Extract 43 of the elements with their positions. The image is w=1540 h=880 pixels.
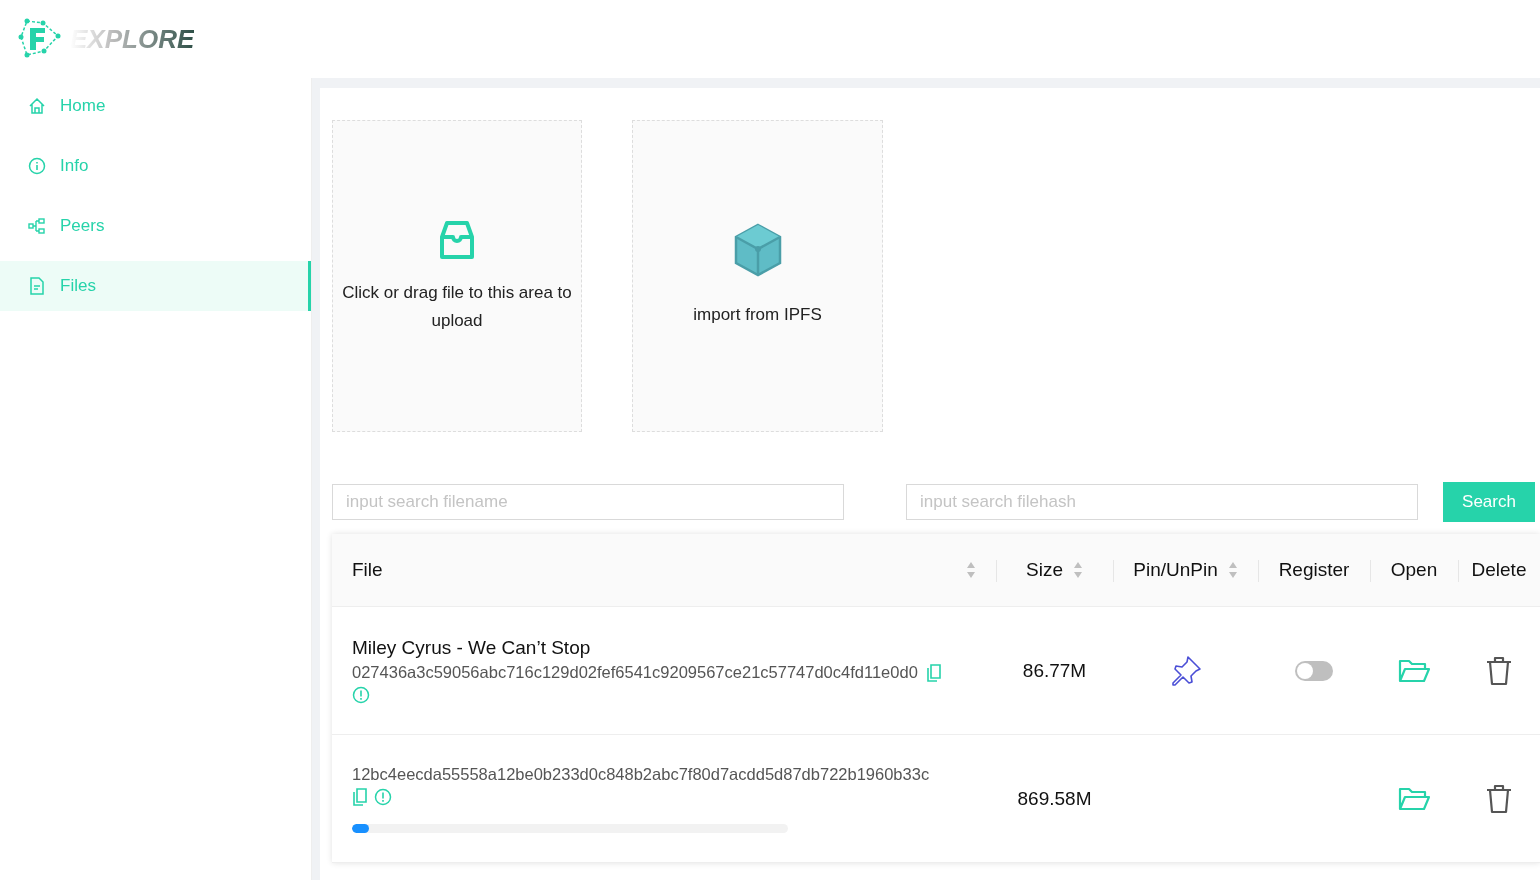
file-icon — [28, 277, 46, 295]
trash-icon[interactable] — [1485, 783, 1513, 814]
alert-icon[interactable] — [374, 787, 392, 806]
register-switch[interactable] — [1295, 660, 1333, 681]
network-icon — [28, 217, 46, 235]
upload-area[interactable]: Click or drag file to this area to upload — [332, 120, 582, 432]
column-header: Size — [1026, 559, 1063, 581]
sort-icon[interactable] — [966, 561, 976, 579]
nav-label[interactable]: Home — [60, 96, 106, 116]
upload-text: Click or drag file to this area to upload — [341, 282, 573, 332]
import-text: import from IPFS — [692, 304, 823, 326]
column-header: Register — [1278, 559, 1350, 581]
folder-icon[interactable] — [1398, 786, 1430, 811]
file-hash: 12bc4eecda55558a12be0b233d0c848b2abc7f80d7acdd5d87db722b1960b33c — [352, 764, 930, 784]
nav-item[interactable]: Peers — [0, 201, 311, 251]
column-header: File — [352, 559, 383, 581]
filename-search-field[interactable]: input search filename — [332, 484, 844, 520]
column-header: Delete — [1471, 559, 1527, 581]
file-name: Miley Cyrus - We Can’t Stop — [352, 637, 591, 659]
file-hash: 027436a3c59056abc716c129d02fef6541c9209567ce21c57747d0c4fd11e0d0 — [352, 663, 918, 682]
nav-item[interactable]: Info — [0, 141, 311, 191]
file-size: 869.58M — [1017, 787, 1092, 810]
nav-label[interactable]: Files — [60, 276, 96, 296]
column-header: Open — [1390, 559, 1438, 581]
nav-item[interactable]: Home — [0, 81, 311, 131]
column-header: Pin/UnPin — [1133, 559, 1218, 581]
search-button[interactable]: Search — [1443, 482, 1535, 522]
alert-icon[interactable] — [352, 686, 370, 704]
nav-label[interactable]: Peers — [60, 216, 105, 236]
home-icon — [28, 97, 46, 115]
nav-item[interactable]: Files — [0, 261, 311, 311]
filehash-search-field[interactable]: input search filehash — [906, 484, 1418, 520]
nav-label[interactable]: Info — [60, 156, 89, 176]
copy-icon[interactable] — [352, 787, 368, 806]
info-icon — [28, 157, 46, 175]
file-size: 86.77M — [1022, 659, 1087, 682]
folder-icon[interactable] — [1398, 658, 1430, 683]
cube-icon — [733, 223, 782, 277]
sort-icon[interactable] — [1227, 561, 1238, 579]
import-area[interactable]: import from IPFS — [632, 120, 883, 432]
copy-icon[interactable] — [925, 663, 942, 682]
sort-icon[interactable] — [1073, 561, 1083, 579]
trash-icon[interactable] — [1485, 655, 1513, 686]
